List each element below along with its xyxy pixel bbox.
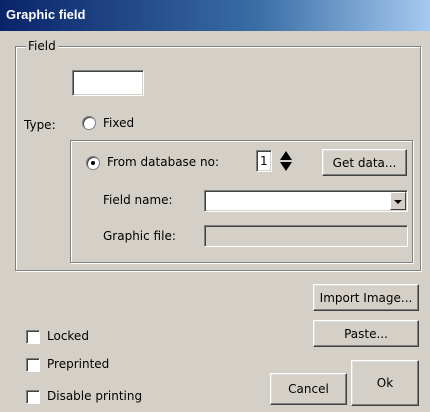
- cancel-button[interactable]: Cancel: [270, 373, 347, 405]
- database-number-spinner[interactable]: [279, 150, 293, 172]
- spin-down-icon[interactable]: [280, 162, 292, 171]
- graphic-file-label: Graphic file:: [103, 229, 176, 243]
- fixed-radio-label[interactable]: Fixed: [103, 116, 134, 130]
- graphic-file-field: [204, 225, 408, 247]
- get-data-button[interactable]: Get data...: [322, 149, 407, 176]
- title-bar[interactable]: Graphic field: [0, 0, 430, 31]
- field-name-dropdown[interactable]: [204, 190, 408, 212]
- locked-label[interactable]: Locked: [47, 329, 89, 343]
- field-group-legend: Field: [26, 39, 58, 53]
- from-database-radio[interactable]: [86, 156, 100, 170]
- field-name-label: Field name:: [103, 193, 173, 207]
- disable-printing-checkbox[interactable]: [26, 390, 40, 404]
- field-input[interactable]: [72, 70, 144, 96]
- database-number-value: 1: [260, 154, 268, 168]
- locked-checkbox[interactable]: [26, 330, 40, 344]
- import-image-button[interactable]: Import Image...: [313, 284, 419, 311]
- preprinted-checkbox[interactable]: [26, 358, 40, 372]
- chevron-down-icon[interactable]: [390, 192, 406, 210]
- window-title: Graphic field: [6, 7, 86, 22]
- from-database-label[interactable]: From database no:: [107, 155, 219, 169]
- ok-button[interactable]: Ok: [351, 360, 419, 406]
- spin-up-icon[interactable]: [280, 151, 292, 160]
- fixed-radio[interactable]: [82, 116, 96, 130]
- disable-printing-label[interactable]: Disable printing: [47, 389, 142, 403]
- paste-button[interactable]: Paste...: [313, 320, 419, 347]
- preprinted-label[interactable]: Preprinted: [47, 357, 109, 371]
- type-label: Type:: [24, 118, 56, 132]
- database-number-field[interactable]: 1: [256, 150, 272, 172]
